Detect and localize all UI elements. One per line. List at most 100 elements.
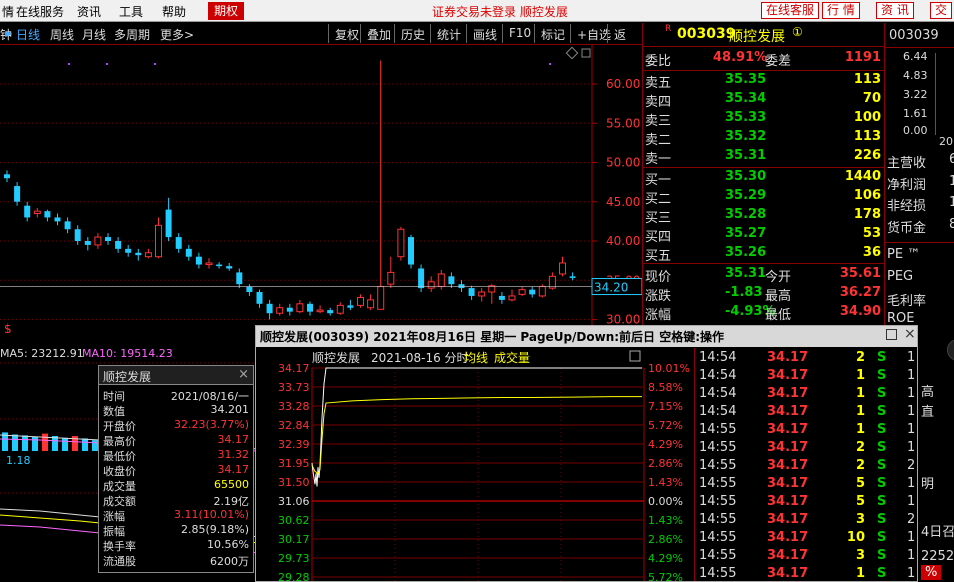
tick-row[interactable]: 14:55 34.17 5 S 1 <box>695 494 918 512</box>
draw-line-button[interactable]: 画线 <box>466 24 503 43</box>
tick-count: 2 <box>907 458 916 473</box>
menu-item-online-service[interactable]: 在线服务 <box>16 3 64 20</box>
statistics-button[interactable]: 统计 <box>430 24 467 43</box>
tick-row[interactable]: 14:54 34.17 1 S 1 <box>695 386 918 404</box>
tick-row[interactable]: 14:55 34.17 3 S 1 <box>695 548 918 566</box>
bid-volume: 53 <box>862 226 881 241</box>
ask-row[interactable]: 卖四 35.34 70 <box>643 91 885 110</box>
kline-chart[interactable]: 60.0055.0050.0045.0040.0035.0030.0034.20… <box>0 45 642 333</box>
candle-body <box>478 291 486 297</box>
ask-row[interactable]: 卖一 35.31 226 <box>643 148 885 167</box>
candle-body <box>437 273 445 288</box>
ask-row[interactable]: 卖二 35.32 113 <box>643 129 885 148</box>
online-service-button[interactable]: 在线客服 <box>761 2 820 19</box>
tick-time: 14:54 <box>699 404 737 419</box>
period-day[interactable]: 日线 <box>16 26 40 43</box>
ask-price: 35.32 <box>725 129 767 144</box>
info-key: 振幅 <box>103 525 125 538</box>
menu-item-tools[interactable]: 工具 <box>119 3 143 20</box>
tick-row[interactable]: 14:55 34.17 1 S 1 <box>695 422 918 440</box>
tick-volume: 3 <box>855 548 865 563</box>
bid-label: 买二 <box>645 192 672 207</box>
current-price-label: 34.20 <box>594 281 628 295</box>
trade-button[interactable]: 交 <box>930 2 953 19</box>
minute-left-axis-label: 32.84 <box>278 419 310 432</box>
menu-item-news[interactable]: 资讯 <box>77 3 101 20</box>
candle-body <box>155 224 162 258</box>
divider <box>643 167 885 168</box>
tick-row[interactable]: 14:55 34.17 10 S 1 <box>695 530 918 548</box>
cash-value: 8 <box>949 217 954 232</box>
tick-time: 14:54 <box>699 350 737 365</box>
net-profit-value: 1 <box>949 174 954 189</box>
close-icon[interactable]: × <box>238 367 249 382</box>
tick-row[interactable]: 14:54 34.17 1 S 1 <box>695 368 918 386</box>
info-key: 流通股 <box>103 555 136 568</box>
candle-body <box>498 295 505 300</box>
tick-row[interactable]: 14:55 34.17 3 S 2 <box>695 512 918 530</box>
info-icon[interactable]: ① <box>792 25 803 39</box>
mark-button[interactable]: 标记 <box>534 24 571 43</box>
minute-left-axis-label: 32.39 <box>278 438 310 451</box>
history-button[interactable]: 历史 <box>394 24 431 43</box>
legend-avg: 均线 <box>464 351 488 365</box>
candle-body <box>64 221 71 230</box>
bid-row[interactable]: 买三 35.28 178 <box>643 207 885 226</box>
bid-row[interactable]: 买一 35.30 1440 <box>643 169 885 188</box>
info-key: 成交额 <box>103 495 136 508</box>
tick-row[interactable]: 14:54 34.17 1 S 1 <box>695 404 918 422</box>
tick-list[interactable]: 14:54 34.17 2 S 1 14:54 34.17 1 S 1 14:5… <box>694 348 917 581</box>
quotes-button[interactable]: 行 情 <box>822 2 860 19</box>
tick-row[interactable]: 14:55 34.17 1 S 1 <box>695 566 918 582</box>
info-row: 换手率 10.56% <box>99 538 253 553</box>
ask-label: 卖四 <box>645 95 672 110</box>
overlay-button[interactable]: 叠加 <box>360 24 397 43</box>
tick-row[interactable]: 14:55 34.17 2 S 1 <box>695 440 918 458</box>
bid-price: 35.29 <box>725 188 767 203</box>
bid-row[interactable]: 买五 35.26 36 <box>643 245 885 264</box>
info-value: 3.11(10.01%) <box>173 508 249 521</box>
back-button[interactable]: 返回 <box>607 24 642 59</box>
stat-label: 涨幅 <box>645 308 672 323</box>
period-more[interactable]: 更多> <box>160 26 194 43</box>
ask-row[interactable]: 卖五 35.35 113 <box>643 72 885 91</box>
tick-side: S <box>877 530 887 545</box>
bid-row[interactable]: 买四 35.27 53 <box>643 226 885 245</box>
net-profit-label: 净利润 <box>887 178 927 193</box>
ask-volume: 113 <box>853 72 881 87</box>
period-month[interactable]: 月线 <box>82 26 106 43</box>
info-row: 流通股 6200万 <box>99 553 253 568</box>
minute-chart[interactable]: 顺控发展 2021-08-16 分时均线 成交量 34.17 10.01% 33.73 8.… <box>256 348 694 581</box>
period-multi[interactable]: 多周期 <box>114 26 150 43</box>
ask-row[interactable]: 卖三 35.33 100 <box>643 110 885 129</box>
maximize-icon[interactable] <box>886 329 897 340</box>
candle-body <box>74 229 81 241</box>
period-week[interactable]: 周线 <box>50 26 74 43</box>
menu-item-options[interactable]: 期权 <box>208 2 245 20</box>
ask-volume: 226 <box>853 148 881 163</box>
tick-row[interactable]: 14:54 34.17 2 S 1 <box>695 350 918 368</box>
menu-item-market[interactable]: 情 <box>2 3 14 20</box>
tick-volume: 1 <box>855 368 865 383</box>
stat-value: 35.61 <box>839 266 881 281</box>
gross-margin-label: 毛利率 <box>887 294 927 309</box>
tick-row[interactable]: 14:55 34.17 2 S 2 <box>695 458 918 476</box>
menu-item-help[interactable]: 帮助 <box>162 3 186 20</box>
ask-volume: 70 <box>862 91 881 106</box>
info-key: 成交量 <box>103 480 136 493</box>
ask-price: 35.35 <box>725 72 767 87</box>
tick-row[interactable]: 14:55 34.17 5 S 1 <box>695 476 918 494</box>
f10-button[interactable]: F10 <box>502 24 537 43</box>
bid-row[interactable]: 买二 35.29 106 <box>643 188 885 207</box>
close-icon[interactable]: × <box>904 326 916 342</box>
bid-price: 35.27 <box>725 226 767 241</box>
weibi-value: 48.91% <box>713 50 768 65</box>
news-button[interactable]: 资 讯 <box>876 2 914 19</box>
tick-time: 14:55 <box>699 422 737 437</box>
tick-price: 34.17 <box>767 422 809 437</box>
tick-price: 34.17 <box>767 350 809 365</box>
minute-right-axis-label: 5.72% <box>648 419 683 432</box>
candle-body <box>427 281 435 289</box>
price-axis-label: 60.00 <box>606 77 640 91</box>
avatar[interactable] <box>947 339 954 361</box>
